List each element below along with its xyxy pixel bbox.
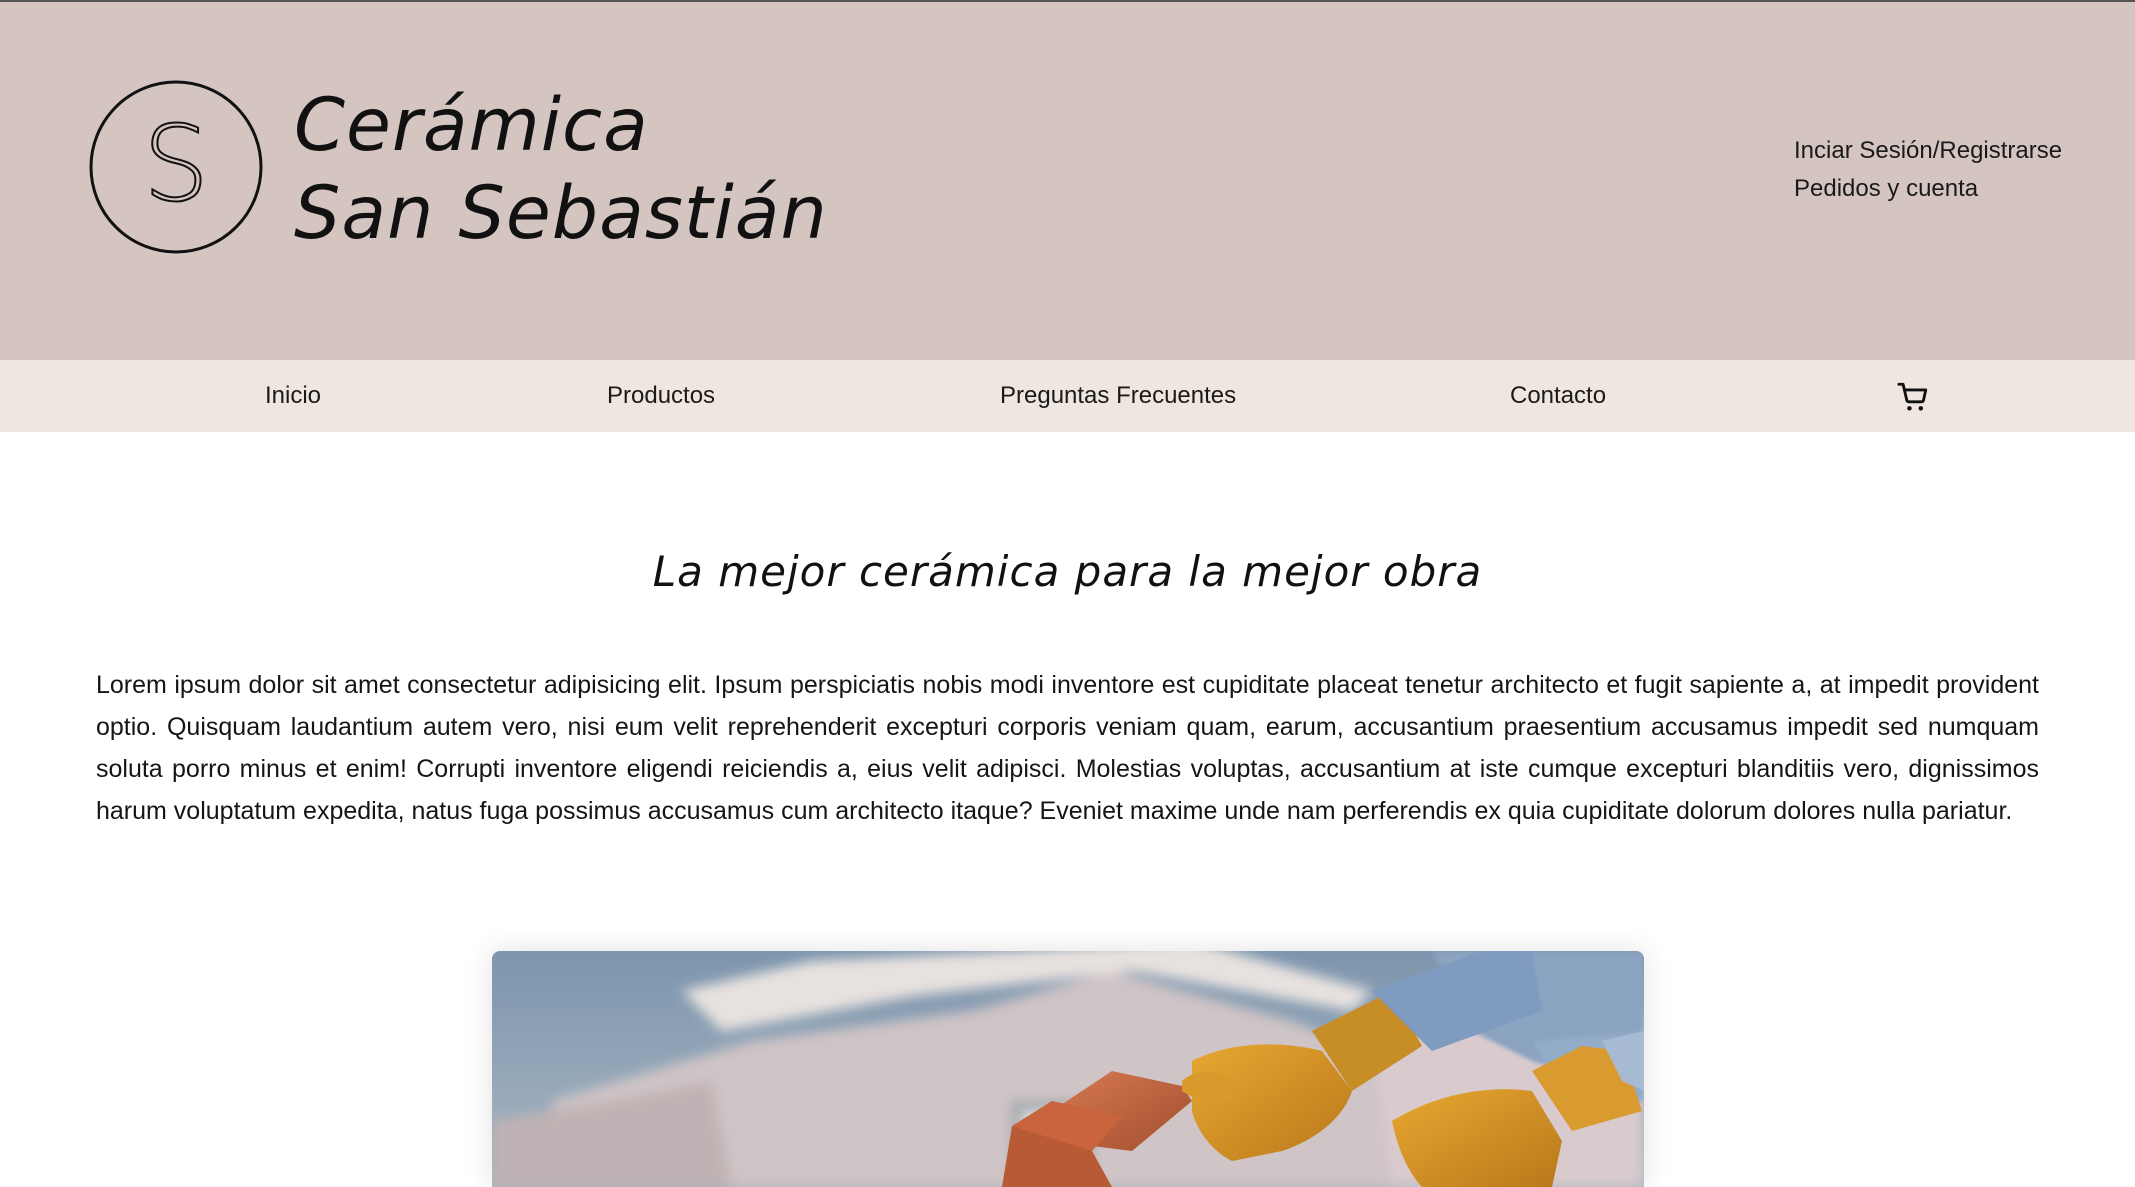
intro-paragraph: Lorem ipsum dolor sit amet consectetur a… <box>96 671 2039 825</box>
brand-line-2: San Sebastián <box>294 171 828 256</box>
nav-item-contacto[interactable]: Contacto <box>1510 360 1606 432</box>
orders-account-link[interactable]: Pedidos y cuenta <box>1794 170 2062 208</box>
nav-item-preguntas-frecuentes[interactable]: Preguntas Frecuentes <box>1000 360 1236 432</box>
shopping-cart-icon[interactable] <box>1896 380 1930 414</box>
nav-item-inicio[interactable]: Inicio <box>265 360 321 432</box>
account-links: Inciar Sesión/Registrarse Pedidos y cuen… <box>1794 132 2062 208</box>
brand-name[interactable]: Cerámica San Sebastián <box>294 82 828 258</box>
main-nav: Inicio Productos Preguntas Frecuentes Co… <box>0 360 2135 432</box>
nav-item-productos[interactable]: Productos <box>607 360 715 432</box>
page-title: La mejor cerámica para la mejor obra <box>652 547 1483 596</box>
logo[interactable]: S <box>89 80 263 254</box>
login-register-link[interactable]: Inciar Sesión/Registrarse <box>1794 132 2062 170</box>
hero-image-bricklayer <box>492 951 1644 1187</box>
logo-letter: S <box>143 103 209 225</box>
site-header: S Cerámica San Sebastián Inciar Sesión/R… <box>0 2 2135 360</box>
brand-line-1: Cerámica <box>294 83 649 168</box>
